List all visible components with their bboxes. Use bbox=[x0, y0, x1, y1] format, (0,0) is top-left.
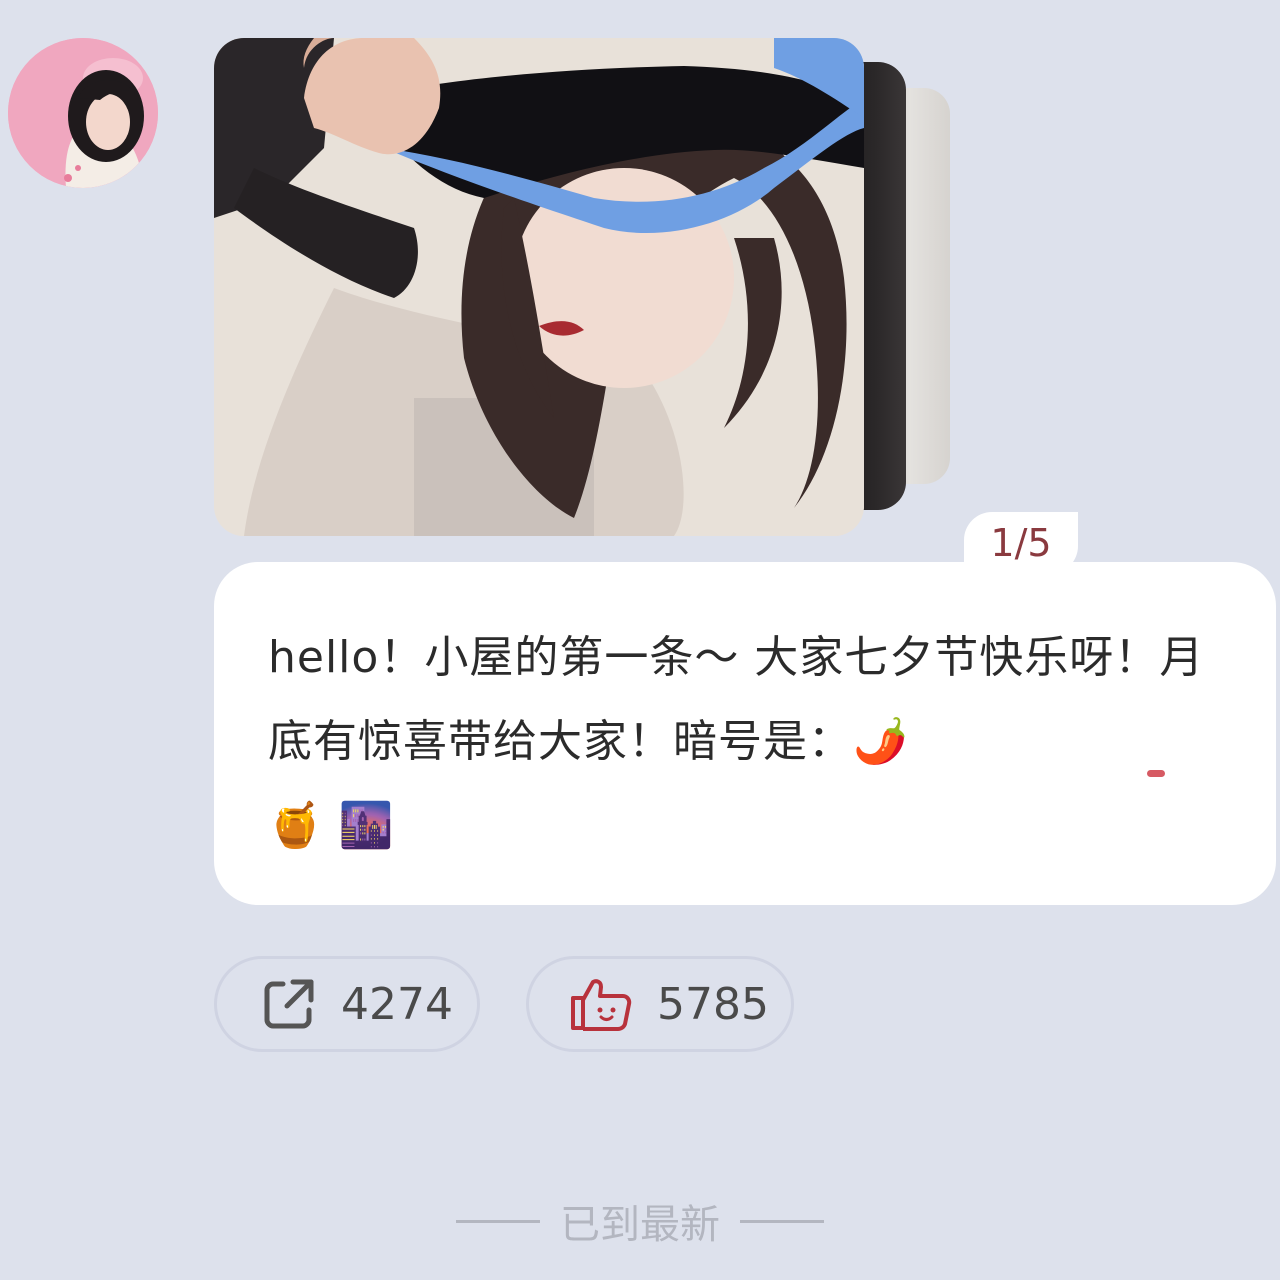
chili-pepper-emoji: 🌶️ bbox=[853, 716, 909, 767]
post-text-part-1: hello！小屋的第一条～ 大家七夕节快乐呀！ bbox=[268, 632, 1160, 683]
post-content-card[interactable]: hello！小屋的第一条～ 大家七夕节快乐呀！月底有惊喜带给大家！暗号是：🌶️ … bbox=[214, 562, 1276, 905]
post-text: hello！小屋的第一条～ 大家七夕节快乐呀！月底有惊喜带给大家！暗号是：🌶️ … bbox=[268, 616, 1236, 868]
avatar-image bbox=[8, 38, 158, 188]
share-count: 4274 bbox=[341, 978, 453, 1030]
thumbs-up-icon bbox=[569, 976, 633, 1032]
share-button[interactable]: 4274 bbox=[214, 956, 480, 1052]
divider-line-right bbox=[740, 1219, 824, 1223]
share-arrow-icon bbox=[261, 976, 317, 1032]
divider-line-left bbox=[456, 1219, 540, 1223]
end-of-feed-text: 已到最新 bbox=[560, 1202, 720, 1248]
like-count: 5785 bbox=[657, 978, 769, 1030]
end-of-feed-divider: 已到最新 bbox=[0, 1192, 1280, 1250]
gallery-current-image[interactable] bbox=[214, 38, 864, 536]
post-text-part-2: 给大家！暗号是： bbox=[493, 716, 853, 767]
like-button[interactable]: 5785 bbox=[526, 956, 794, 1052]
user-avatar[interactable] bbox=[8, 38, 158, 188]
city-dusk-emoji: 🌆 bbox=[338, 800, 395, 851]
image-gallery[interactable]: 1/5 bbox=[214, 38, 1078, 574]
honey-pot-emoji: 🍯 bbox=[268, 800, 324, 851]
